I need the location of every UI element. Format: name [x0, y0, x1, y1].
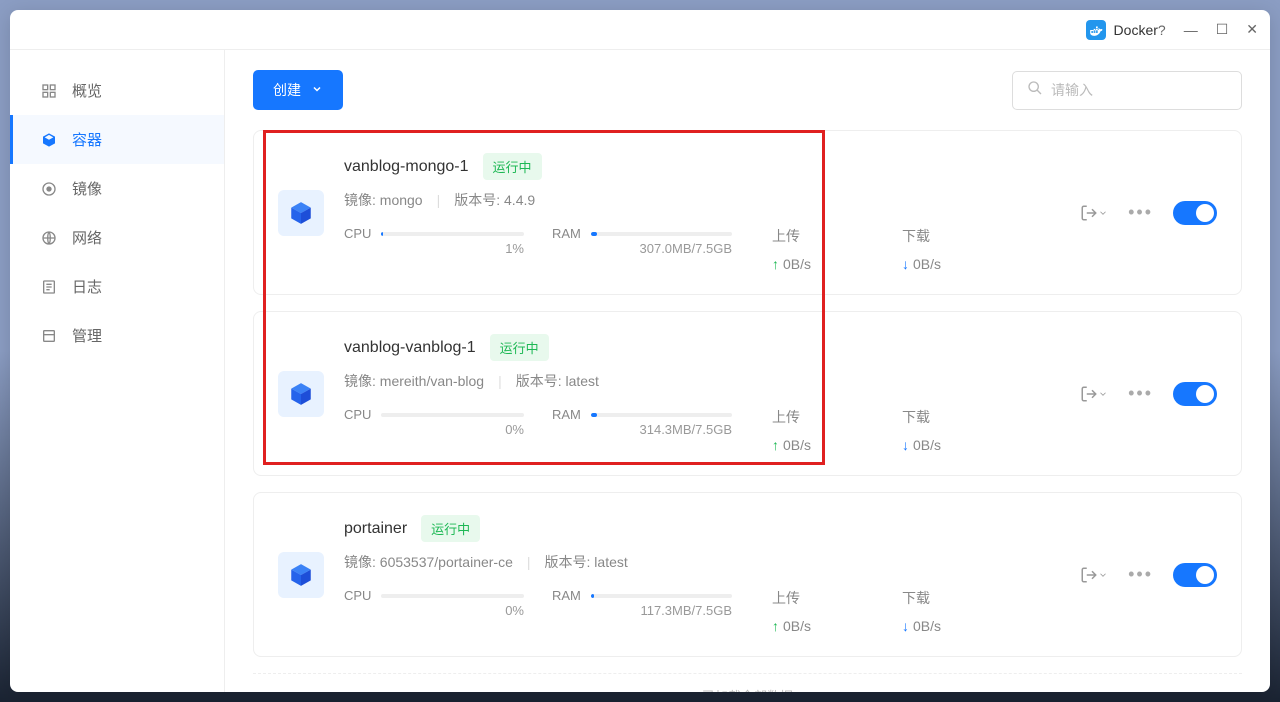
- search-box[interactable]: [1012, 71, 1242, 110]
- sidebar-item-overview[interactable]: 概览: [10, 66, 224, 115]
- cpu-bar: [381, 413, 524, 417]
- export-button[interactable]: [1080, 566, 1108, 584]
- arrow-up-icon: ↑: [772, 437, 779, 453]
- download-label: 下载: [902, 588, 992, 608]
- overview-icon: [40, 82, 58, 100]
- arrow-down-icon: ↓: [902, 256, 909, 272]
- ram-label: RAM: [552, 226, 581, 241]
- cpu-bar: [381, 232, 524, 236]
- sidebar-item-label: 网络: [72, 227, 102, 248]
- chevron-down-icon: [311, 82, 323, 98]
- download-value: 0B/s: [913, 256, 941, 272]
- toggle-switch[interactable]: [1173, 382, 1217, 406]
- docker-icon: [1086, 20, 1106, 40]
- app-window: Docker ? — ☐ ✕ 概览 容器 镜像 网络: [10, 10, 1270, 692]
- download-value: 0B/s: [913, 437, 941, 453]
- upload-value: 0B/s: [783, 256, 811, 272]
- cpu-label: CPU: [344, 588, 371, 603]
- sidebar-item-containers[interactable]: 容器: [10, 115, 224, 164]
- status-badge: 运行中: [490, 334, 549, 361]
- containers-icon: [40, 131, 58, 149]
- download-value: 0B/s: [913, 618, 941, 634]
- image-label: 镜像: mereith/van-blog: [344, 371, 484, 391]
- container-icon: [278, 371, 324, 417]
- search-icon: [1027, 80, 1043, 101]
- sidebar-item-images[interactable]: 镜像: [10, 164, 224, 213]
- container-name: vanblog-vanblog-1: [344, 339, 476, 357]
- content-area: 创建 vanblog-mongo-1 运行中 镜像: mongo | 版: [225, 50, 1270, 692]
- search-input[interactable]: [1051, 82, 1232, 98]
- version-label: 版本号: 4.4.9: [454, 190, 535, 210]
- version-label: 版本号: latest: [516, 371, 599, 391]
- cpu-bar: [381, 594, 524, 598]
- create-button[interactable]: 创建: [253, 70, 343, 110]
- download-label: 下载: [902, 407, 992, 427]
- upload-label: 上传: [772, 588, 862, 608]
- cpu-label: CPU: [344, 407, 371, 422]
- arrow-up-icon: ↑: [772, 618, 779, 634]
- upload-value: 0B/s: [783, 437, 811, 453]
- images-icon: [40, 180, 58, 198]
- manage-icon: [40, 327, 58, 345]
- cpu-value: 0%: [344, 422, 524, 437]
- container-name: portainer: [344, 520, 407, 538]
- container-card: portainer 运行中 镜像: 6053537/portainer-ce |…: [253, 492, 1242, 657]
- ram-label: RAM: [552, 407, 581, 422]
- sidebar-item-label: 镜像: [72, 178, 102, 199]
- ram-bar: [591, 232, 732, 236]
- app-title: Docker: [1114, 22, 1158, 38]
- toggle-switch[interactable]: [1173, 201, 1217, 225]
- container-icon: [278, 552, 324, 598]
- ram-value: 307.0MB/7.5GB: [552, 241, 732, 256]
- container-name: vanblog-mongo-1: [344, 158, 469, 176]
- titlebar: Docker ? — ☐ ✕: [10, 10, 1270, 50]
- footer-loaded-all: 已加载全部数据: [253, 673, 1242, 692]
- ram-bar: [591, 413, 732, 417]
- upload-label: 上传: [772, 407, 862, 427]
- sidebar-item-manage[interactable]: 管理: [10, 311, 224, 360]
- sidebar-item-label: 管理: [72, 325, 102, 346]
- container-icon: [278, 190, 324, 236]
- sidebar-item-label: 日志: [72, 276, 102, 297]
- more-button[interactable]: •••: [1128, 564, 1153, 585]
- create-button-label: 创建: [273, 80, 301, 100]
- more-button[interactable]: •••: [1128, 383, 1153, 404]
- logs-icon: [40, 278, 58, 296]
- image-label: 镜像: mongo: [344, 190, 423, 210]
- minimize-button[interactable]: —: [1184, 22, 1198, 38]
- container-card: vanblog-vanblog-1 运行中 镜像: mereith/van-bl…: [253, 311, 1242, 476]
- help-button[interactable]: ?: [1158, 22, 1166, 38]
- upload-label: 上传: [772, 226, 862, 246]
- toggle-switch[interactable]: [1173, 563, 1217, 587]
- arrow-down-icon: ↓: [902, 437, 909, 453]
- version-label: 版本号: latest: [545, 552, 628, 572]
- container-card: vanblog-mongo-1 运行中 镜像: mongo | 版本号: 4.4…: [253, 130, 1242, 295]
- toolbar: 创建: [253, 70, 1242, 110]
- sidebar: 概览 容器 镜像 网络 日志 管理: [10, 50, 225, 692]
- cpu-value: 1%: [344, 241, 524, 256]
- arrow-down-icon: ↓: [902, 618, 909, 634]
- sidebar-item-logs[interactable]: 日志: [10, 262, 224, 311]
- cpu-value: 0%: [344, 603, 524, 618]
- ram-bar: [591, 594, 732, 598]
- upload-value: 0B/s: [783, 618, 811, 634]
- export-button[interactable]: [1080, 204, 1108, 222]
- cpu-label: CPU: [344, 226, 371, 241]
- network-icon: [40, 229, 58, 247]
- arrow-up-icon: ↑: [772, 256, 779, 272]
- sidebar-item-label: 容器: [72, 129, 102, 150]
- close-button[interactable]: ✕: [1246, 21, 1258, 38]
- ram-value: 314.3MB/7.5GB: [552, 422, 732, 437]
- sidebar-item-network[interactable]: 网络: [10, 213, 224, 262]
- status-badge: 运行中: [483, 153, 542, 180]
- export-button[interactable]: [1080, 385, 1108, 403]
- image-label: 镜像: 6053537/portainer-ce: [344, 552, 513, 572]
- download-label: 下载: [902, 226, 992, 246]
- maximize-button[interactable]: ☐: [1216, 21, 1229, 38]
- sidebar-item-label: 概览: [72, 80, 102, 101]
- ram-value: 117.3MB/7.5GB: [552, 603, 732, 618]
- more-button[interactable]: •••: [1128, 202, 1153, 223]
- status-badge: 运行中: [421, 515, 480, 542]
- ram-label: RAM: [552, 588, 581, 603]
